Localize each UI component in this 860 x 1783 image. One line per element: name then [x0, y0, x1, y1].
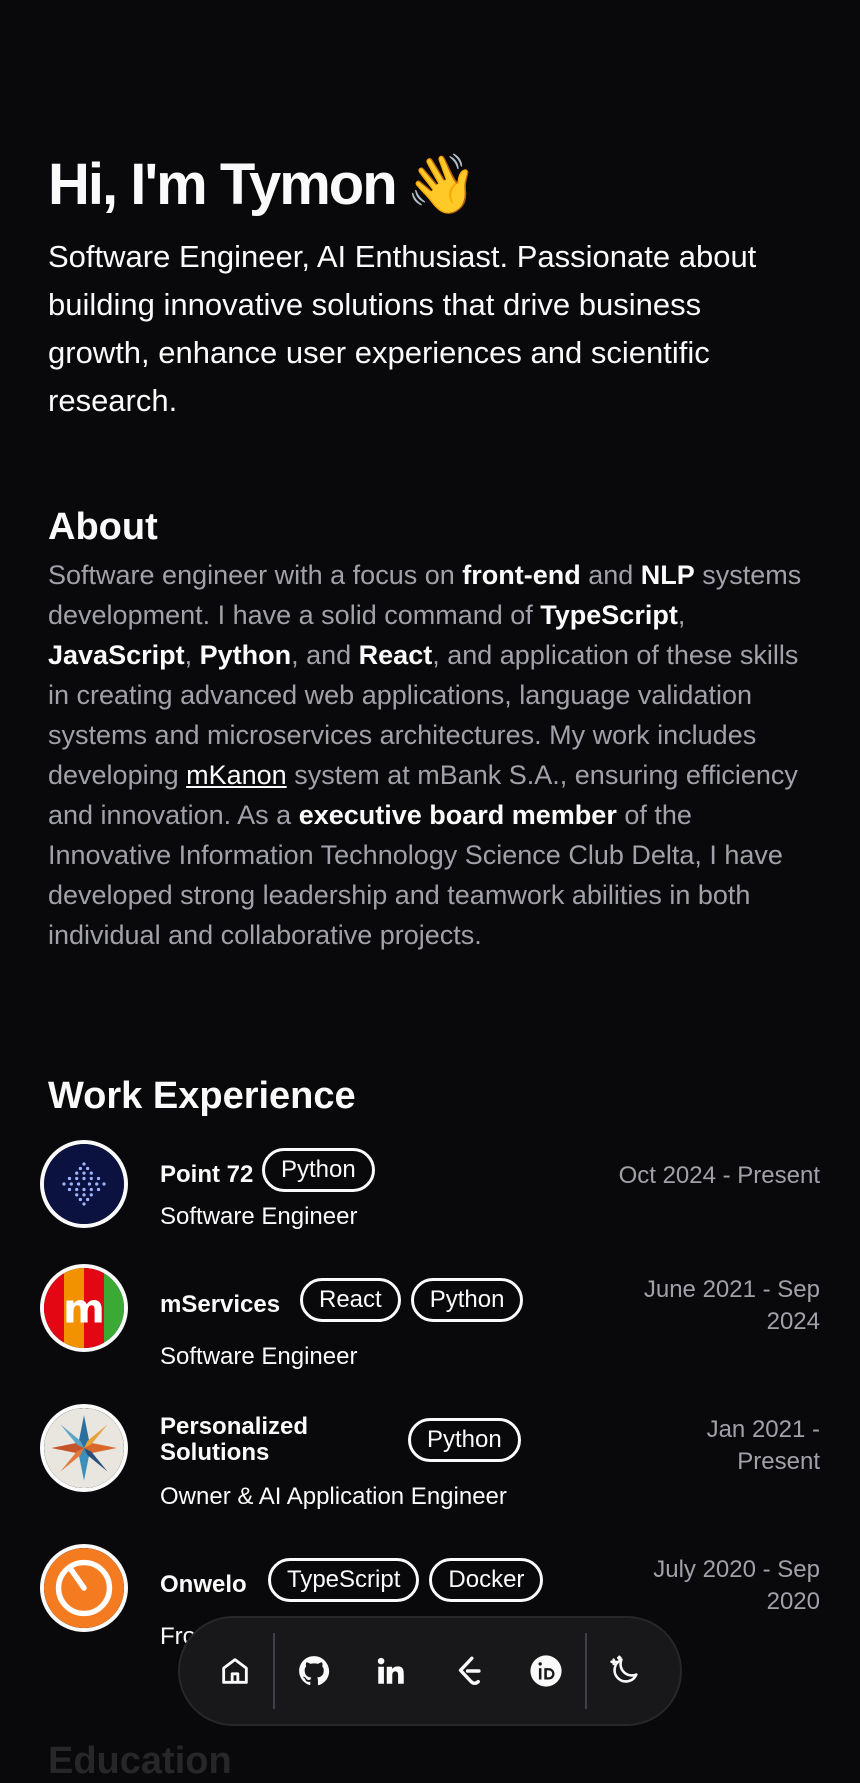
mservices-logo: m [40, 1264, 128, 1352]
hero-title: Hi, I'm Tymon 👋 [48, 150, 478, 220]
job-date: July 2020 - Sep 2020 [653, 1556, 820, 1615]
tag-typescript: TypeScript [268, 1558, 420, 1602]
github-button[interactable] [275, 1631, 352, 1711]
company-name: Onwelo [160, 1571, 247, 1598]
hero-subtitle: Software Engineer, AI Enthusiast. Passio… [48, 239, 757, 418]
theme-toggle-icon [610, 1655, 638, 1683]
tech-tags: React Python [300, 1278, 524, 1322]
job-date: Jan 2021 - Present [706, 1416, 820, 1475]
company-name: mServices [160, 1291, 281, 1318]
waving-hand-emoji: 👋 [405, 152, 478, 217]
job-role: Software Engineer [160, 1343, 358, 1370]
tag-python: Python [262, 1148, 375, 1192]
home-button[interactable] [196, 1631, 273, 1711]
linkedin-button[interactable] [353, 1631, 430, 1711]
job-date: Oct 2024 - Present [618, 1162, 820, 1189]
work-experience-heading: Work Experience [48, 1075, 356, 1117]
company-name: Personalized Solutions [160, 1413, 309, 1466]
tech-tags: TypeScript Docker [268, 1558, 544, 1602]
work-item-personalized-solutions[interactable]: Personalized Solutions Python Owner & AI… [40, 1404, 820, 1510]
job-role: Software Engineer [160, 1203, 358, 1230]
education-heading: Education [48, 1740, 232, 1782]
tag-react: React [300, 1278, 401, 1322]
tech-tags: Python [262, 1148, 375, 1192]
company-name: Point 72 [160, 1161, 254, 1188]
job-date: June 2021 - Sep 2024 [643, 1276, 820, 1335]
svg-text:m: m [63, 1287, 105, 1333]
leetcode-button[interactable] [430, 1631, 507, 1711]
linkedin-icon [378, 1657, 405, 1684]
about-heading: About [48, 506, 158, 548]
orcid-button[interactable] [507, 1631, 584, 1711]
about-text: Software engineer with a focus on front-… [48, 560, 802, 950]
github-icon [299, 1656, 330, 1686]
onwelo-logo [40, 1544, 128, 1632]
personalized-solutions-logo [40, 1404, 128, 1492]
mkanon-link[interactable]: mKanon [186, 760, 287, 790]
home-icon [221, 1658, 248, 1684]
leetcode-icon [458, 1656, 481, 1685]
point72-logo [40, 1140, 128, 1228]
theme-toggle-button[interactable] [587, 1631, 664, 1711]
tag-docker: Docker [429, 1558, 544, 1602]
bottom-dock [178, 1616, 682, 1726]
job-role: Owner & AI Application Engineer [160, 1483, 507, 1510]
orcid-icon [530, 1655, 562, 1687]
work-item-mservices[interactable]: m mServices React Python Software Engine… [40, 1264, 820, 1370]
tag-python: Python [408, 1418, 521, 1462]
tag-python: Python [410, 1278, 524, 1322]
tech-tags: Python [408, 1418, 521, 1462]
work-item-point72[interactable]: Point 72 Python Software Engineer Oct 20… [40, 1140, 820, 1240]
